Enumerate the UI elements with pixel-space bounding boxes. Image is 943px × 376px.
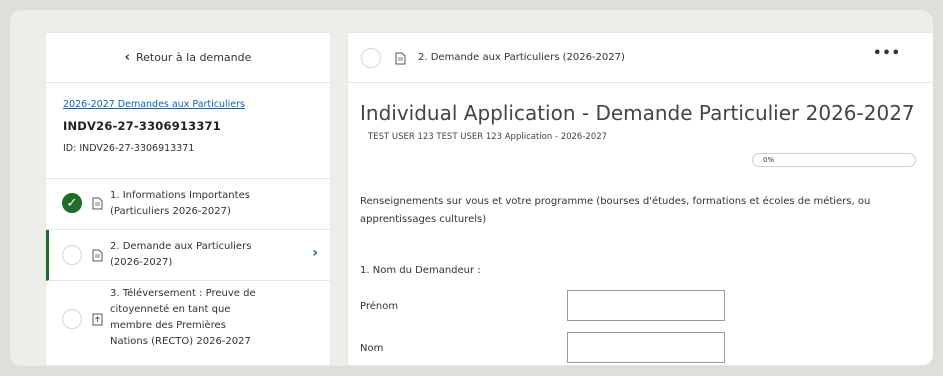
sidebar-step-3[interactable]: 3. Téléversement : Preuve de citoyenneté… — [46, 281, 330, 366]
application-id: ID: INDV26-27-3306913371 — [63, 143, 195, 154]
step-label-line: membre des Premières — [110, 320, 226, 331]
page-subtitle: TEST USER 123 TEST USER 123 Application … — [368, 132, 608, 142]
check-circle-icon: ✓ — [62, 193, 82, 213]
more-options-button[interactable]: ••• — [873, 46, 901, 61]
empty-circle-icon — [62, 309, 82, 329]
progress-bar: 0% — [752, 153, 916, 167]
empty-circle-icon — [62, 245, 82, 265]
application-code: INDV26-27-3306913371 — [63, 119, 221, 133]
first-name-label: Prénom — [360, 301, 399, 312]
application-info: 2026-2027 Demandes aux Particuliers INDV… — [46, 83, 330, 179]
last-name-field[interactable] — [567, 332, 725, 363]
page-frame: ‹ Retour à la demande 2026-2027 Demandes… — [10, 10, 933, 366]
back-label: Retour à la demande — [135, 51, 252, 64]
back-to-application-link[interactable]: ‹ Retour à la demande — [46, 33, 330, 83]
step-label-line: 2. Demande aux Particuliers — [110, 241, 252, 252]
step-label: 1. Informations Importantes (Particulier… — [110, 188, 250, 220]
document-icon — [395, 50, 406, 69]
step-label-line: 3. Téléversement : Preuve de — [110, 288, 256, 299]
chevron-right-icon: › — [312, 245, 318, 261]
document-icon — [92, 195, 103, 214]
form-header-title: 2. Demande aux Particuliers (2026-2027) — [418, 52, 625, 63]
step-label-line: citoyenneté en tant que — [110, 304, 231, 315]
question-label: 1. Nom du Demandeur : — [360, 265, 481, 276]
sidebar-step-1[interactable]: ✓ 1. Informations Importantes (Particuli… — [46, 179, 330, 230]
section-description: Renseignements sur vous et votre program… — [360, 196, 871, 225]
upload-icon — [92, 311, 103, 330]
sidebar: ‹ Retour à la demande 2026-2027 Demandes… — [45, 32, 331, 366]
last-name-label: Nom — [360, 343, 384, 354]
first-name-field[interactable] — [567, 290, 725, 321]
sidebar-step-2[interactable]: 2. Demande aux Particuliers (2026-2027) … — [46, 230, 330, 281]
form-header: 2. Demande aux Particuliers (2026-2027) … — [348, 33, 933, 83]
page-title: Individual Application - Demande Particu… — [360, 101, 915, 125]
step-label-line: Nations (RECTO) 2026-2027 — [110, 336, 251, 347]
empty-circle-icon — [361, 48, 381, 68]
document-icon — [92, 247, 103, 266]
main-panel: 2. Demande aux Particuliers (2026-2027) … — [347, 32, 933, 366]
step-label: 2. Demande aux Particuliers (2026-2027) — [110, 239, 251, 271]
progress-label: 0% — [763, 156, 775, 164]
step-label: 3. Téléversement : Preuve de citoyenneté… — [110, 286, 256, 350]
chevron-left-icon: ‹ — [124, 50, 130, 65]
step-label-line: (Particuliers 2026-2027) — [110, 206, 231, 217]
step-label-line: (2026-2027) — [110, 257, 173, 268]
step-label-line: 1. Informations Importantes — [110, 190, 250, 201]
form-link[interactable]: 2026-2027 Demandes aux Particuliers — [63, 99, 330, 110]
